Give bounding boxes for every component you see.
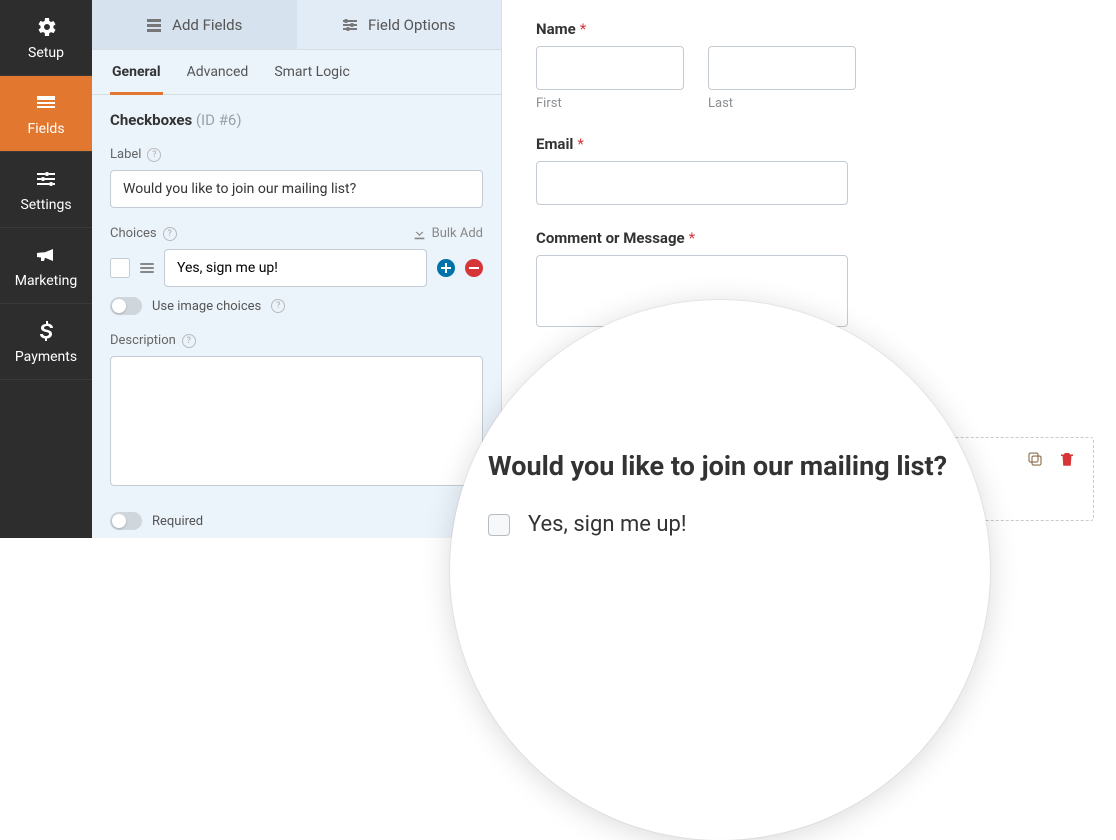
toggle-label: Use image choices (152, 299, 261, 314)
tab-add-fields[interactable]: Add Fields (92, 0, 297, 50)
toggle-label: Required (152, 514, 203, 529)
image-choices-row: Use image choices ? (110, 297, 483, 315)
field-label: Name* (536, 20, 1082, 38)
choices-caption: Choices? (110, 226, 177, 241)
nav-settings[interactable]: Settings (0, 152, 92, 228)
last-name-input[interactable] (708, 46, 856, 90)
add-choice-button[interactable] (437, 259, 455, 277)
required-toggle[interactable] (110, 512, 142, 530)
first-name-input[interactable] (536, 46, 684, 90)
sublabel: Last (708, 96, 856, 111)
drag-handle-icon[interactable] (140, 263, 154, 273)
dollar-icon (34, 319, 58, 343)
nav-label: Setup (28, 45, 64, 61)
bullhorn-icon (34, 243, 58, 267)
form-icon (34, 91, 58, 115)
choice-input[interactable] (164, 249, 427, 287)
description-input[interactable] (110, 356, 483, 486)
comment-field: Comment or Message* (536, 229, 1082, 331)
email-input[interactable] (536, 161, 848, 205)
sliders-icon (34, 167, 58, 191)
help-icon[interactable]: ? (182, 334, 196, 348)
nav-payments[interactable]: Payments (0, 304, 92, 380)
subtab-general[interactable]: General (110, 64, 163, 95)
download-icon (413, 227, 426, 240)
nav-label: Marketing (15, 273, 78, 289)
sublabel: First (536, 96, 684, 111)
name-field: Name* First Last (536, 20, 1082, 111)
field-label: Comment or Message* (536, 229, 1082, 247)
nav-fields[interactable]: Fields (0, 76, 92, 152)
help-icon[interactable]: ? (163, 227, 177, 241)
tab-field-options[interactable]: Field Options (297, 0, 502, 50)
options-icon (342, 17, 358, 33)
delete-field-button[interactable] (1058, 450, 1076, 472)
gear-icon (34, 15, 58, 39)
choice-default-checkbox[interactable] (110, 258, 130, 278)
label-input[interactable] (110, 170, 483, 208)
email-field: Email* (536, 135, 1082, 205)
field-label: Email* (536, 135, 1082, 153)
required-row: Required (110, 512, 483, 530)
choice-row (110, 249, 483, 287)
field-heading: Checkboxes (ID #6) (110, 111, 483, 129)
bulk-add[interactable]: Bulk Add (413, 226, 483, 241)
tab-label: Field Options (368, 16, 456, 34)
subtab-smart-logic[interactable]: Smart Logic (272, 64, 351, 94)
nav-label: Settings (20, 197, 71, 213)
help-icon[interactable]: ? (271, 299, 285, 313)
nav-label: Payments (15, 349, 77, 365)
subtab-advanced[interactable]: Advanced (185, 64, 251, 94)
nav-setup[interactable]: Setup (0, 0, 92, 76)
selected-field-outline (548, 437, 1094, 521)
remove-choice-button[interactable] (465, 259, 483, 277)
duplicate-field-button[interactable] (1026, 450, 1044, 472)
main-sidebar: Setup Fields Settings Marketing Payments (0, 0, 92, 538)
options-panel: Add Fields Field Options General Advance… (92, 0, 502, 538)
help-icon[interactable]: ? (147, 148, 161, 162)
tab-label: Add Fields (172, 16, 242, 34)
label-caption: Label? (110, 147, 483, 162)
nav-label: Fields (27, 121, 64, 137)
nav-marketing[interactable]: Marketing (0, 228, 92, 304)
description-caption: Description? (110, 333, 483, 348)
grid-icon (146, 17, 162, 33)
comment-input[interactable] (536, 255, 848, 327)
image-choices-toggle[interactable] (110, 297, 142, 315)
